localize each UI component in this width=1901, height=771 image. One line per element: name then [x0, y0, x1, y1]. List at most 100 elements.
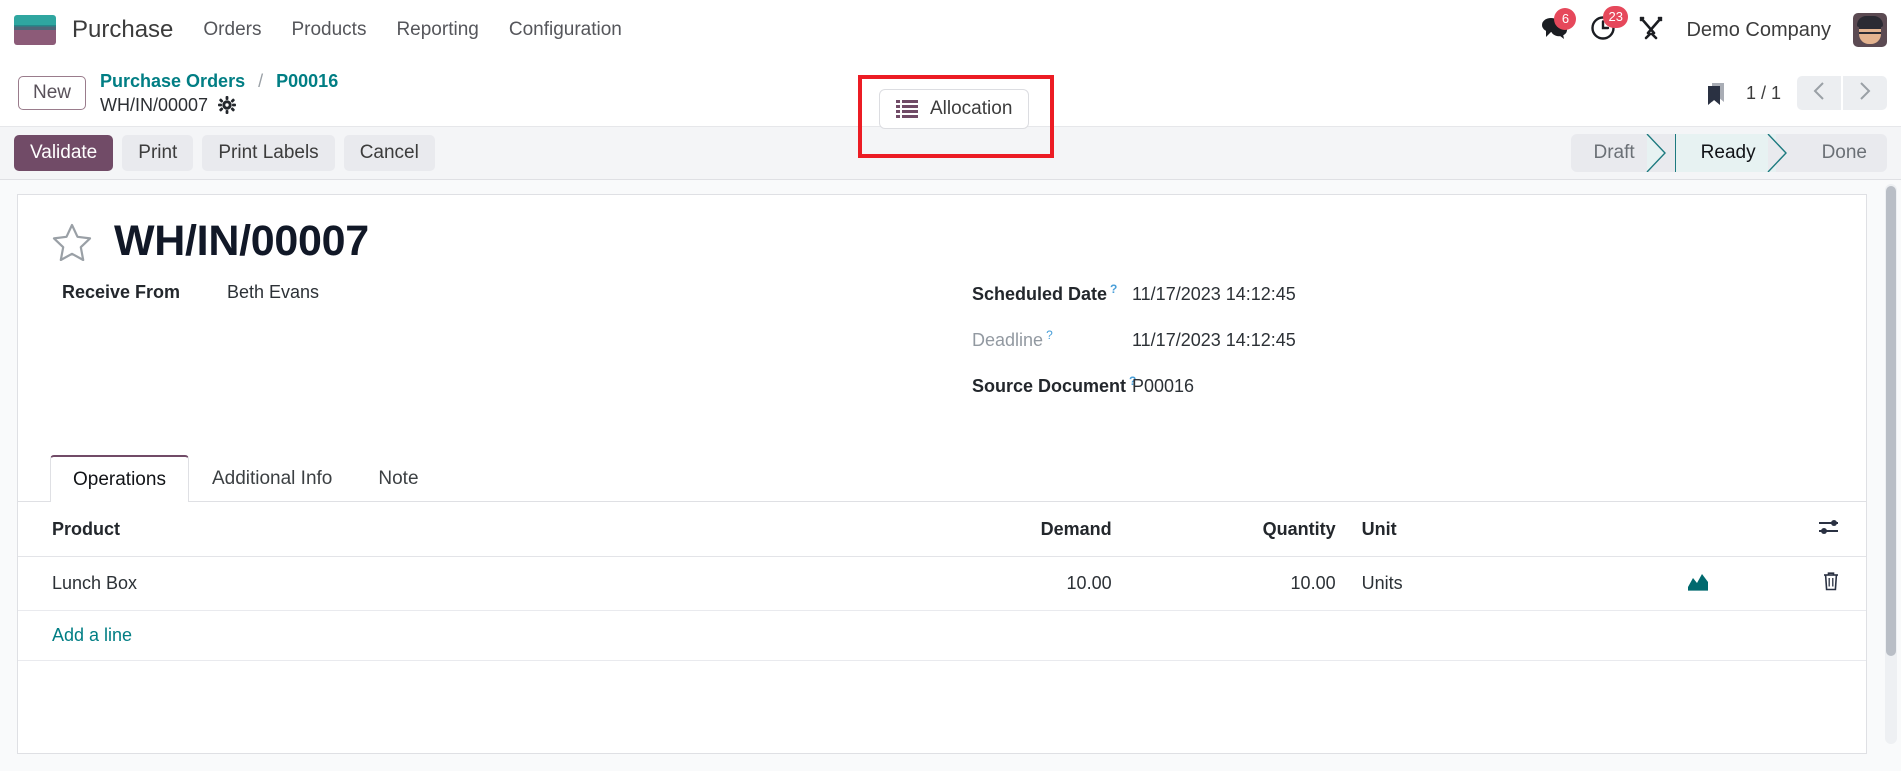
status-ready[interactable]: Ready — [1674, 134, 1776, 172]
column-header-product[interactable]: Product — [18, 502, 892, 557]
scrollbar-thumb[interactable] — [1886, 186, 1896, 656]
record-title-row: WH/IN/00007 — [52, 217, 1832, 266]
breadcrumb-bar: New Purchase Orders / P00016 WH/IN/00007 — [0, 60, 1901, 158]
messages-badge: 6 — [1554, 7, 1577, 30]
app-title[interactable]: Purchase — [72, 16, 173, 44]
field-value-source-document[interactable]: P00016 — [1132, 376, 1194, 397]
field-label-source-document-text: Source Document — [972, 376, 1127, 396]
cell-unit[interactable]: Units — [1339, 556, 1631, 611]
breadcrumb-current-label: WH/IN/00007 — [100, 95, 209, 115]
tab-note[interactable]: Note — [355, 455, 441, 502]
pager: 1 / 1 — [1704, 76, 1887, 110]
status-draft[interactable]: Draft — [1571, 134, 1654, 172]
breadcrumb-links: Purchase Orders / P00016 — [100, 69, 338, 93]
field-source-document: Source Document? P00016 — [972, 374, 1832, 397]
tools-wrench-icon — [1638, 15, 1664, 46]
breadcrumb-separator: / — [258, 70, 264, 91]
trash-icon — [1822, 571, 1840, 591]
print-button[interactable]: Print — [122, 135, 194, 171]
field-label-deadline: Deadline? — [972, 328, 1142, 351]
forecast-chart-icon — [1687, 571, 1709, 591]
record-sheet: WH/IN/00007 Receive From Beth Evans Sche… — [17, 194, 1867, 754]
page-title: WH/IN/00007 — [114, 217, 369, 265]
cell-forecast[interactable] — [1630, 556, 1766, 611]
allocation-label: Allocation — [930, 98, 1013, 119]
field-label-scheduled-date: Scheduled Date? — [972, 282, 1142, 305]
breadcrumb-item-purchase-orders[interactable]: Purchase Orders — [100, 71, 245, 91]
tab-operations[interactable]: Operations — [50, 455, 189, 502]
help-icon-scheduled-date[interactable]: ? — [1110, 282, 1117, 296]
validate-button[interactable]: Validate — [14, 135, 114, 171]
control-panel: Validate Print Print Labels Cancel Draft… — [0, 126, 1901, 180]
activities-button[interactable]: 23 — [1590, 5, 1628, 46]
breadcrumb: Purchase Orders / P00016 WH/IN/00007 — [100, 69, 338, 118]
field-label-scheduled-date-text: Scheduled Date — [972, 284, 1108, 304]
field-value-deadline[interactable]: 11/17/2023 14:12:45 — [1132, 330, 1296, 351]
status-separator-2 — [1767, 134, 1796, 172]
sheet-empty-area — [52, 661, 1832, 723]
field-label-receive-from: Receive From — [62, 282, 181, 302]
status-done[interactable]: Done — [1796, 134, 1887, 172]
cancel-button[interactable]: Cancel — [343, 135, 435, 171]
operations-table: Product Demand Quantity Unit Lunch Box 1… — [18, 502, 1866, 661]
chevron-left-icon — [1812, 81, 1826, 106]
add-line-row[interactable]: Add a line — [18, 610, 1866, 661]
cell-quantity[interactable]: 10.00 — [1115, 556, 1340, 611]
field-deadline: Deadline? 11/17/2023 14:12:45 — [972, 328, 1832, 351]
activities-badge: 23 — [1603, 5, 1628, 28]
column-header-chart — [1630, 502, 1766, 557]
menu-item-orders[interactable]: Orders — [203, 19, 261, 41]
column-options-button[interactable] — [1765, 502, 1866, 557]
navbar-right-group: 6 23 Demo Company — [1541, 5, 1887, 47]
form-scroll-area: WH/IN/00007 Receive From Beth Evans Sche… — [0, 180, 1901, 771]
menu-item-reporting[interactable]: Reporting — [396, 19, 478, 41]
status-bar: Draft Ready Done — [1571, 134, 1887, 172]
column-header-unit[interactable]: Unit — [1339, 502, 1631, 557]
tab-additional-info[interactable]: Additional Info — [189, 455, 355, 502]
allocation-button[interactable]: Allocation — [879, 89, 1030, 129]
new-record-button[interactable]: New — [18, 75, 87, 111]
field-receive-from: Receive From Beth Evans — [62, 282, 942, 303]
table-row[interactable]: Lunch Box 10.00 10.00 Units — [18, 556, 1866, 611]
messages-button[interactable]: 6 — [1541, 7, 1577, 44]
column-header-demand[interactable]: Demand — [891, 502, 1116, 557]
pager-next-button[interactable] — [1843, 76, 1887, 110]
vertical-scrollbar[interactable] — [1885, 184, 1897, 744]
table-header-row: Product Demand Quantity Unit — [18, 502, 1866, 557]
breadcrumb-current: WH/IN/00007 — [100, 93, 338, 117]
tools-button[interactable] — [1638, 15, 1664, 46]
menu-item-configuration[interactable]: Configuration — [509, 19, 622, 41]
cell-demand[interactable]: 10.00 — [891, 556, 1116, 611]
form-column-left: Receive From Beth Evans — [52, 282, 942, 420]
purchase-app-logo-icon[interactable] — [14, 15, 56, 45]
pager-count[interactable]: 1 / 1 — [1746, 83, 1781, 104]
field-value-receive-from[interactable]: Beth Evans — [227, 282, 319, 303]
chevron-right-icon — [1858, 81, 1872, 106]
breadcrumb-item-p00016[interactable]: P00016 — [276, 71, 338, 91]
company-switcher[interactable]: Demo Company — [1686, 19, 1831, 42]
field-label-deadline-text: Deadline — [972, 330, 1044, 350]
field-scheduled-date: Scheduled Date? 11/17/2023 14:12:45 — [972, 282, 1832, 305]
print-labels-button[interactable]: Print Labels — [202, 135, 335, 171]
status-separator-1 — [1646, 134, 1675, 172]
pager-previous-button[interactable] — [1797, 76, 1841, 110]
cell-delete[interactable] — [1765, 556, 1866, 611]
list-lines-icon — [896, 99, 918, 119]
bookmark-icon[interactable] — [1704, 80, 1730, 106]
menu-item-products[interactable]: Products — [291, 19, 366, 41]
field-label-source-document: Source Document? — [972, 374, 1142, 397]
top-navbar: Purchase Orders Products Reporting Confi… — [0, 0, 1901, 60]
user-avatar[interactable] — [1853, 13, 1887, 47]
form-column-right: Scheduled Date? 11/17/2023 14:12:45 Dead… — [942, 282, 1832, 420]
field-value-scheduled-date[interactable]: 11/17/2023 14:12:45 — [1132, 284, 1296, 305]
column-options-icon — [1818, 518, 1840, 536]
avatar-hair — [1857, 16, 1883, 27]
gear-icon[interactable] — [218, 96, 237, 115]
help-icon-deadline[interactable]: ? — [1046, 328, 1053, 342]
form-fields: Receive From Beth Evans Scheduled Date? … — [52, 282, 1832, 420]
column-header-quantity[interactable]: Quantity — [1115, 502, 1340, 557]
notebook-tabs: Operations Additional Info Note — [18, 454, 1866, 502]
star-outline-icon[interactable] — [52, 223, 92, 261]
cell-product[interactable]: Lunch Box — [18, 556, 892, 611]
add-a-line-link[interactable]: Add a line — [52, 625, 132, 645]
